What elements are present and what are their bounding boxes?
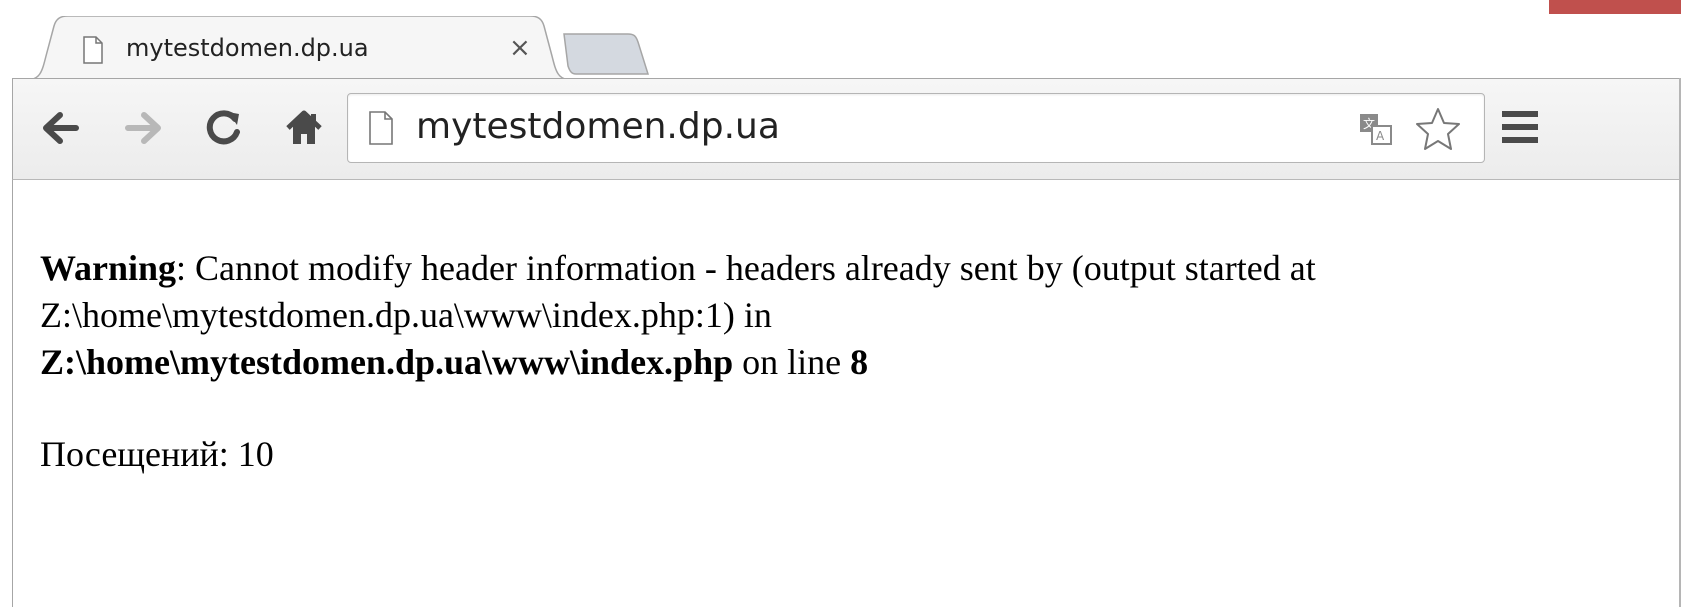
warning-line-number: 8 (850, 342, 869, 382)
svg-text:A: A (1376, 129, 1385, 143)
warning-text: : Cannot modify header information - hea… (40, 248, 1316, 335)
star-icon[interactable] (1414, 106, 1462, 152)
php-warning-message: Warning: Cannot modify header informatio… (40, 245, 1540, 386)
page-icon (369, 111, 393, 145)
warning-label: Warning (40, 248, 177, 288)
forward-button[interactable] (117, 101, 171, 155)
hamburger-menu-icon[interactable] (1498, 105, 1542, 149)
tab-active[interactable]: mytestdomen.dp.ua × (26, 16, 572, 80)
warning-on-line-text: on line (733, 342, 851, 382)
arrow-left-icon (43, 112, 79, 144)
arrow-right-icon (125, 112, 161, 144)
reload-button[interactable] (197, 101, 251, 155)
home-icon (286, 110, 322, 144)
visits-counter: Посещений: 10 (40, 434, 274, 474)
tab-strip: mytestdomen.dp.ua × (12, 12, 1681, 80)
new-tab-button[interactable] (558, 32, 650, 76)
address-bar-url[interactable]: mytestdomen.dp.ua (416, 106, 780, 147)
browser-window: mytestdomen.dp.ua × mytestdomen.dp.ua 文 … (12, 12, 1681, 607)
back-button[interactable] (33, 101, 87, 155)
warning-file-path: Z:\home\mytestdomen.dp.ua\www\index.php (40, 342, 734, 382)
page-icon (83, 36, 103, 64)
tab-title: mytestdomen.dp.ua (126, 34, 369, 62)
page-content: Warning: Cannot modify header informatio… (12, 180, 1681, 607)
browser-toolbar: mytestdomen.dp.ua 文 A (12, 78, 1681, 180)
reload-icon (206, 110, 240, 145)
home-button[interactable] (277, 101, 331, 155)
address-bar[interactable]: mytestdomen.dp.ua 文 A (347, 93, 1485, 163)
close-icon[interactable]: × (509, 33, 531, 63)
translate-icon[interactable]: 文 A (1358, 112, 1394, 146)
